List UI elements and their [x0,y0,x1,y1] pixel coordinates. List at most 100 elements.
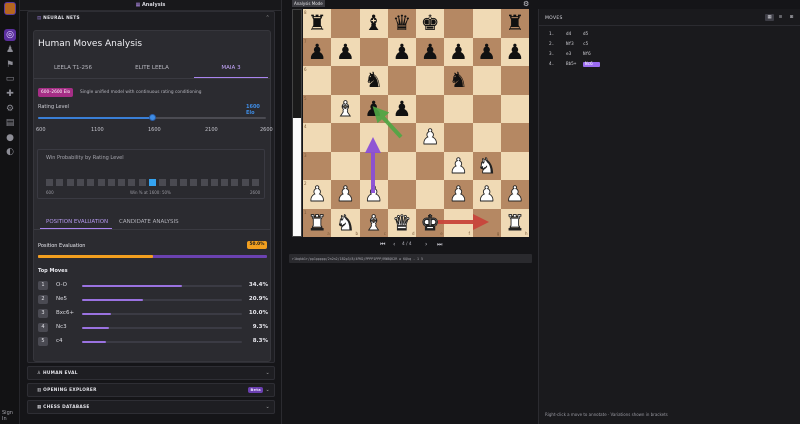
chevron-down-icon[interactable]: ⌄ [266,370,271,376]
board-square[interactable] [500,123,529,152]
win-prob-cell[interactable] [210,179,218,186]
board-square[interactable] [500,151,529,180]
top-move-row[interactable]: 3 Bxc6+ 10.0% [38,309,268,319]
tab-leela[interactable]: LEELA T1-256 [38,65,108,71]
win-prob-cell[interactable] [76,179,84,186]
github-nav-icon[interactable]: ● [4,132,16,144]
sign-in-link[interactable]: Sign In [2,410,19,422]
board-square[interactable] [416,151,445,180]
chevron-down-icon[interactable]: ⌄ [266,387,271,393]
board-square[interactable] [331,9,360,38]
board-square[interactable] [387,151,416,180]
board-square[interactable] [359,123,388,152]
chevron-up-icon[interactable]: ⌃ [266,15,271,21]
training-nav-icon[interactable]: ♟ [4,44,16,56]
win-prob-cell[interactable] [97,179,105,186]
board-square[interactable] [444,123,473,152]
top-move-row[interactable]: 5 c4 8.3% [38,337,268,347]
library-nav-icon[interactable]: ▤ [4,117,16,129]
neural-nets-header[interactable]: ▤ NEURAL NETS ⌃ [28,12,274,24]
board-square[interactable] [387,123,416,152]
black-pawn-icon[interactable]: ♟ [360,95,388,124]
board-square[interactable] [416,66,445,95]
board-square[interactable] [303,66,332,95]
board-square[interactable] [472,123,501,152]
win-prob-cell[interactable] [107,179,115,186]
white-pawn-icon[interactable]: ♟ [331,180,359,209]
win-prob-cell[interactable] [200,179,208,186]
human-eval-section[interactable]: ♙ HUMAN EVAL ⌄ [27,366,275,380]
white-pawn-icon[interactable]: ♟ [444,180,472,209]
white-pawn-icon[interactable]: ♟ [360,180,388,209]
black-knight-icon[interactable]: ♞ [360,66,388,95]
white-pawn-icon[interactable]: ♟ [416,123,444,152]
last-move-button[interactable]: ⏭ [437,241,442,249]
app-logo[interactable] [4,2,16,15]
board-square[interactable] [331,123,360,152]
black-pawn-icon[interactable]: ♟ [473,38,501,67]
analysis-nav-icon[interactable]: ◎ [4,29,16,41]
rating-slider-handle[interactable] [148,114,156,121]
board-square[interactable] [331,66,360,95]
move-line[interactable]: 3. e3 Nf6 [549,52,600,57]
board-square[interactable] [387,180,416,209]
win-prob-cell[interactable] [169,179,177,186]
win-prob-cell[interactable] [190,179,198,186]
gear-icon[interactable]: ⚙ [523,0,529,8]
win-prob-cell[interactable] [66,179,74,186]
board-square[interactable] [500,94,529,123]
board-square[interactable] [359,151,388,180]
board-square[interactable] [444,94,473,123]
win-prob-cell[interactable] [128,179,136,186]
board-square[interactable] [472,9,501,38]
black-rook-icon[interactable]: ♜ [303,9,331,38]
top-move-row[interactable]: 2 Ne5 20.9% [38,295,268,305]
win-prob-cell[interactable] [252,179,259,186]
board-square[interactable] [472,66,501,95]
settings-nav-icon[interactable]: ⚙ [4,103,16,115]
board-square[interactable] [500,66,529,95]
white-move[interactable]: e3 [566,52,583,57]
top-move-row[interactable]: 1 O-O 34.4% [38,281,268,291]
win-prob-cell[interactable] [87,179,95,186]
move-line[interactable]: 2. Nf3 c5 [549,42,600,47]
grid-view-icon[interactable]: ▦ [765,14,774,21]
top-move-row[interactable]: 4 Nc3 9.3% [38,323,268,333]
black-queen-icon[interactable]: ♛ [388,9,416,38]
chat-nav-icon[interactable]: ▭ [4,73,16,85]
board-square[interactable] [331,151,360,180]
black-move[interactable]: Nc6 [583,62,600,67]
discord-nav-icon[interactable]: ◐ [4,146,16,158]
black-rook-icon[interactable]: ♜ [501,9,529,38]
board-square[interactable] [416,180,445,209]
board-square[interactable] [444,9,473,38]
tab-candidate-analysis[interactable]: CANDIDATE ANALYSIS [119,219,179,225]
tree-view-icon[interactable]: ⊞ [787,14,796,21]
win-prob-cell[interactable] [179,179,187,186]
win-prob-cell[interactable] [159,179,167,186]
white-pawn-icon[interactable]: ♟ [303,180,331,209]
black-knight-icon[interactable]: ♞ [444,66,472,95]
white-pawn-icon[interactable]: ♟ [444,152,472,181]
white-bishop-icon[interactable]: ♝ [331,95,359,124]
win-prob-cell[interactable] [138,179,146,186]
board-square[interactable] [303,94,332,123]
tab-maia3[interactable]: MAIA 3 [194,65,268,71]
list-view-icon[interactable]: ≡ [776,14,785,21]
black-pawn-icon[interactable]: ♟ [416,38,444,67]
black-move[interactable]: c5 [583,42,600,47]
board-square[interactable] [303,151,332,180]
board-square[interactable] [472,94,501,123]
black-pawn-icon[interactable]: ♟ [388,95,416,124]
first-move-button[interactable]: ⏮ [380,241,385,249]
white-move[interactable]: Nf3 [566,42,583,47]
move-line[interactable]: 4. Bb5+ Nc6 [549,62,600,67]
black-pawn-icon[interactable]: ♟ [303,38,331,67]
black-bishop-icon[interactable]: ♝ [360,9,388,38]
board-square[interactable] [387,66,416,95]
black-pawn-icon[interactable]: ♟ [331,38,359,67]
win-prob-cell[interactable] [241,179,249,186]
white-knight-icon[interactable]: ♞ [473,152,501,181]
puzzle-nav-icon[interactable]: ✚ [4,88,16,100]
black-pawn-icon[interactable]: ♟ [388,38,416,67]
